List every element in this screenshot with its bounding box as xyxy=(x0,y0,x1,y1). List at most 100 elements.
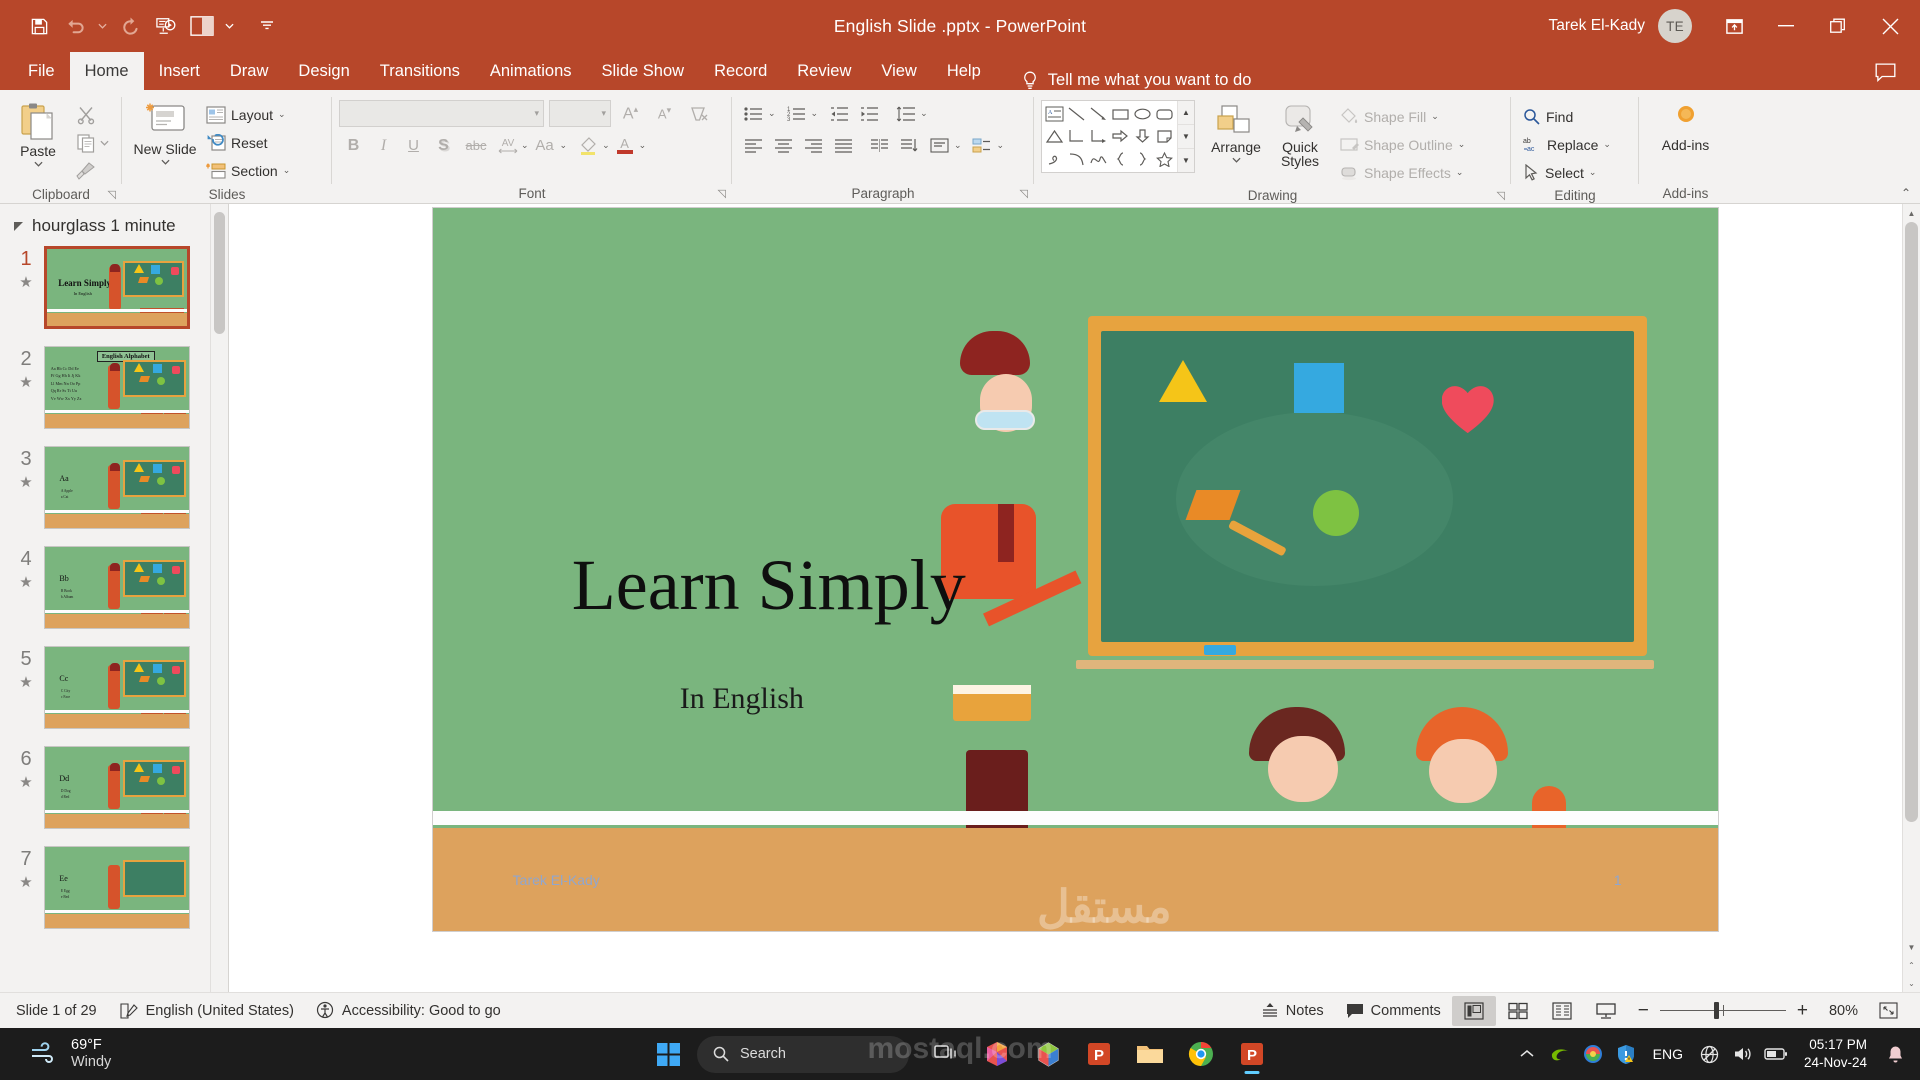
powerpoint-icon[interactable]: P xyxy=(1077,1032,1121,1076)
align-right-button[interactable] xyxy=(799,132,828,159)
decrease-font-size-button[interactable]: A▾ xyxy=(650,100,679,127)
thumbnail-image[interactable]: English Alphabet Aa Bb Cc Dd Ee Ff Gg Hh… xyxy=(44,346,190,429)
clear-formatting-button[interactable] xyxy=(684,100,713,127)
thumbnail-slide-6[interactable]: 6 ★ Dd D Dog d Red xyxy=(8,746,228,829)
task-view-button[interactable] xyxy=(924,1032,968,1076)
scroll-down-icon[interactable]: ▼ xyxy=(1903,938,1920,956)
shape-arrow[interactable] xyxy=(1088,103,1110,125)
text-direction-button[interactable] xyxy=(895,132,924,159)
slide-count-status[interactable]: Slide 1 of 29 xyxy=(0,996,108,1026)
thumbnail-slide-3[interactable]: 3 ★ Aa A Apple a Cat xyxy=(8,446,228,529)
volume-icon[interactable] xyxy=(1728,1034,1758,1074)
idm-icon[interactable] xyxy=(1578,1034,1608,1074)
font-name-dropdown-icon[interactable]: ▾ xyxy=(534,108,539,119)
editor-scrollbar-thumb[interactable] xyxy=(1905,222,1918,822)
slide-sorter-view-button[interactable] xyxy=(1496,996,1540,1026)
zoom-slider[interactable] xyxy=(1659,1002,1786,1019)
comments-button[interactable]: Comments xyxy=(1335,996,1452,1026)
strikethrough-button[interactable]: abc xyxy=(459,132,493,159)
thumbnail-slide-7[interactable]: 7 ★ Ee E Egg e Bed xyxy=(8,846,228,929)
thumbnail-slide-5[interactable]: 5 ★ Cc C City c Face xyxy=(8,646,228,729)
font-size-dropdown-icon[interactable]: ▾ xyxy=(601,108,606,119)
shape-triangle[interactable] xyxy=(1044,125,1066,147)
reading-view-button[interactable] xyxy=(1540,996,1584,1026)
tab-slide-show[interactable]: Slide Show xyxy=(587,52,700,90)
shape-star[interactable] xyxy=(1153,148,1175,170)
zoom-slider-handle[interactable] xyxy=(1713,1002,1719,1019)
shapes-scroll-up-icon[interactable]: ▲ xyxy=(1178,101,1194,125)
microsoft-365-icon[interactable] xyxy=(1026,1032,1070,1076)
thumbnail-image[interactable]: Ee E Egg e Bed xyxy=(44,846,190,929)
thumbnail-image[interactable]: Bb B Book b Album xyxy=(44,546,190,629)
shape-effects-button[interactable]: Shape Effects ⌄ xyxy=(1335,159,1470,186)
tab-record[interactable]: Record xyxy=(699,52,782,90)
shape-oval[interactable] xyxy=(1131,103,1153,125)
show-hidden-icons-icon[interactable] xyxy=(1512,1034,1542,1074)
replace-button[interactable]: ab ac Replace ⌄ xyxy=(1518,131,1616,158)
copy-dropdown-icon[interactable] xyxy=(100,140,109,146)
addins-button[interactable]: Add-ins xyxy=(1650,98,1722,153)
shape-outline-button[interactable]: Shape Outline ⌄ xyxy=(1335,131,1470,158)
section-collapse-icon[interactable] xyxy=(14,221,23,231)
shape-rectangle[interactable] xyxy=(1110,103,1132,125)
shape-elbow-connector[interactable] xyxy=(1066,125,1088,147)
select-button[interactable]: Select ⌄ xyxy=(1518,159,1616,186)
align-text-button[interactable]: ⌄ xyxy=(925,132,962,159)
tab-draw[interactable]: Draw xyxy=(215,52,284,90)
tab-review[interactable]: Review xyxy=(782,52,866,90)
start-button[interactable] xyxy=(646,1032,690,1076)
arrange-button[interactable]: Arrange xyxy=(1203,100,1269,163)
weather-widget[interactable]: 69°F Windy xyxy=(0,1037,111,1071)
text-shadow-button[interactable]: S xyxy=(429,132,458,159)
taskbar-search[interactable]: Search xyxy=(697,1035,909,1073)
underline-button[interactable]: U xyxy=(399,132,428,159)
shapes-more-icon[interactable]: ▼ xyxy=(1178,149,1194,172)
slide-canvas[interactable]: Learn Simply In English Tarek El-Kady 1 … xyxy=(433,208,1718,931)
paragraph-dialog-launcher[interactable]: ◹ xyxy=(1020,187,1028,200)
zoom-in-button[interactable]: + xyxy=(1797,1000,1808,1022)
clock[interactable]: 05:17 PM 24-Nov-24 xyxy=(1794,1036,1877,1072)
slide-footer-name[interactable]: Tarek El-Kady xyxy=(513,872,600,888)
comments-tab-icon[interactable] xyxy=(1864,54,1906,90)
character-spacing-button[interactable]: AV ⌄ xyxy=(494,132,529,159)
clipboard-dialog-launcher[interactable]: ◹ xyxy=(108,188,116,201)
bullets-button[interactable]: ⌄ xyxy=(739,100,776,127)
slide-subtitle[interactable]: In English xyxy=(680,682,804,716)
line-spacing-button[interactable]: ⌄ xyxy=(891,100,928,127)
editor-scroll-track[interactable] xyxy=(1903,222,1920,938)
tell-me-search[interactable]: Tell me what you want to do xyxy=(1022,71,1251,90)
customize-qat-icon[interactable] xyxy=(250,9,284,43)
editor-scrollbar[interactable]: ▲ ▼ ⌃ ⌄ xyxy=(1902,204,1920,992)
shape-fill-button[interactable]: Shape Fill ⌄ xyxy=(1335,103,1470,130)
bold-button[interactable]: B xyxy=(339,132,368,159)
shape-folded-corner[interactable] xyxy=(1153,125,1175,147)
display-mode-dropdown-icon[interactable] xyxy=(221,9,238,43)
shapes-gallery[interactable]: A ▲ ▼ ▼ xyxy=(1041,100,1195,173)
thumbnail-scrollbar-thumb[interactable] xyxy=(214,212,225,334)
shapes-scroll-down-icon[interactable]: ▼ xyxy=(1178,125,1194,149)
tab-insert[interactable]: Insert xyxy=(144,52,215,90)
windows-defender-icon[interactable] xyxy=(1611,1034,1641,1074)
thumbnail-slide-4[interactable]: 4 ★ Bb B Book b Album xyxy=(8,546,228,629)
accessibility-status[interactable]: Accessibility: Good to go xyxy=(305,996,512,1026)
cut-button[interactable] xyxy=(71,101,100,128)
scroll-up-icon[interactable]: ▲ xyxy=(1903,204,1920,222)
shape-down-arrow[interactable] xyxy=(1131,125,1153,147)
zoom-control[interactable]: − + xyxy=(1638,1000,1808,1022)
slide-show-view-button[interactable] xyxy=(1584,996,1628,1026)
file-explorer-icon[interactable] xyxy=(1128,1032,1172,1076)
shape-right-brace[interactable] xyxy=(1131,148,1153,170)
save-icon[interactable] xyxy=(22,9,56,43)
thumbnail-slide-1[interactable]: 1 ★ Learn Simply In English xyxy=(8,246,228,329)
shape-text-box[interactable]: A xyxy=(1044,103,1066,125)
shape-elbow-arrow-connector[interactable] xyxy=(1088,125,1110,147)
section-dropdown-icon[interactable]: ⌄ xyxy=(283,165,291,176)
numbering-button[interactable]: 123 ⌄ xyxy=(782,100,819,127)
new-slide-button[interactable]: New Slide xyxy=(129,98,201,165)
italic-button[interactable]: I xyxy=(369,132,398,159)
convert-to-smartart-button[interactable]: ⌄ xyxy=(968,132,1004,159)
font-size-input[interactable]: ▾ xyxy=(549,100,611,127)
font-dialog-launcher[interactable]: ◹ xyxy=(718,187,726,200)
undo-dropdown-icon[interactable] xyxy=(94,9,111,43)
increase-font-size-button[interactable]: A▴ xyxy=(616,100,645,127)
